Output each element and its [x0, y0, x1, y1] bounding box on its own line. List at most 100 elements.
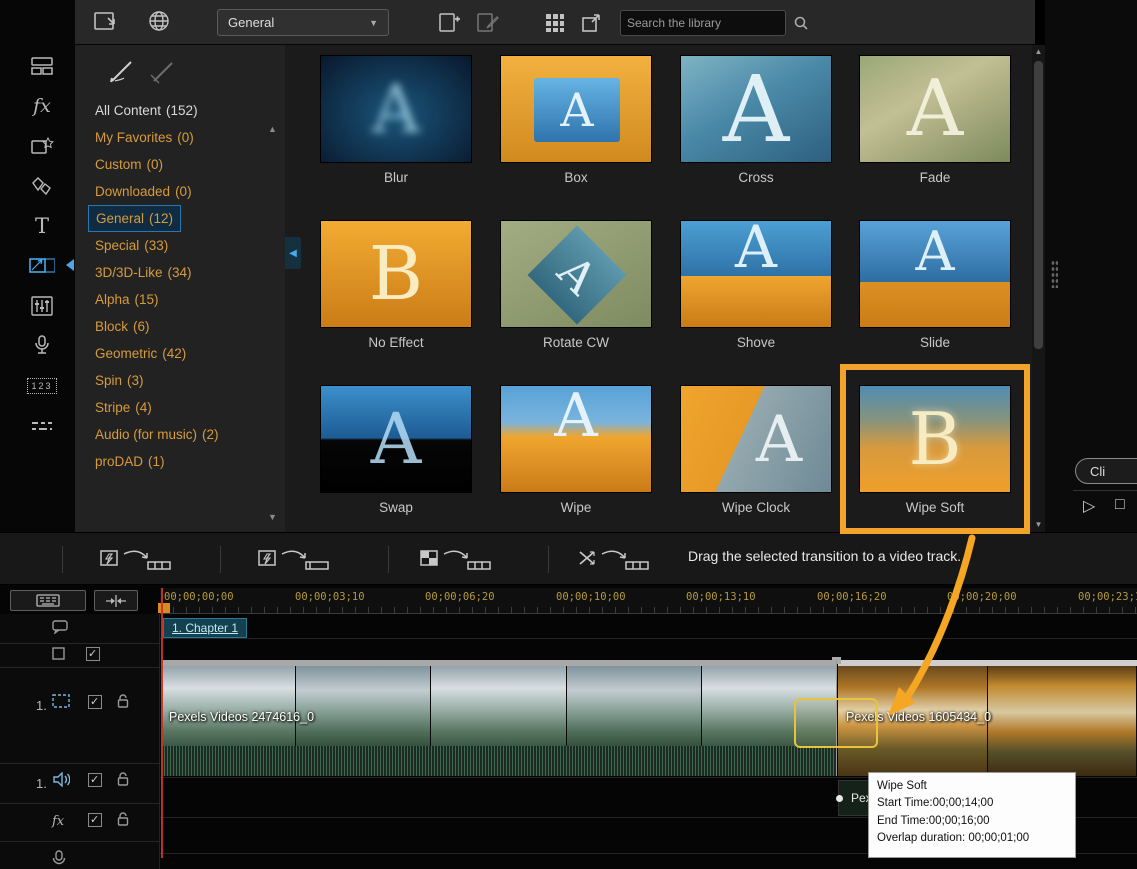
- download-content-icon[interactable]: [93, 10, 119, 34]
- audio-mixing-room-icon[interactable]: [20, 290, 64, 322]
- apply-random-transition-button[interactable]: [578, 546, 650, 574]
- audio-clip-keyframe-dot[interactable]: [836, 795, 843, 802]
- subtitle-room-icon[interactable]: [20, 410, 64, 442]
- transition-thumbnail[interactable]: A: [500, 55, 652, 163]
- apply-cross-transition-button[interactable]: [420, 546, 492, 574]
- audio-track-lock-icon[interactable]: [116, 771, 130, 787]
- transition-item-blur[interactable]: A Blur: [320, 55, 472, 185]
- tag-pen-icon[interactable]: [107, 57, 135, 85]
- transition-item-box[interactable]: A Box: [500, 55, 652, 185]
- fx-track-enable-checkbox[interactable]: [88, 813, 102, 827]
- edit-item-icon[interactable]: [475, 11, 499, 33]
- timeline-ruler[interactable]: 00;00;00;00 00;00;03;10 00;00;06;20 00;0…: [160, 588, 1137, 614]
- scroll-down-icon[interactable]: ▼: [1032, 518, 1045, 532]
- detach-panel-icon[interactable]: [581, 13, 601, 33]
- category-spin[interactable]: Spin(3): [88, 367, 151, 394]
- transition-thumbnail[interactable]: A: [500, 385, 652, 493]
- transition-item-shove[interactable]: A Shove: [680, 220, 832, 350]
- playhead-grip[interactable]: [158, 603, 170, 613]
- transition-name: Slide: [859, 335, 1011, 350]
- video-track-lock-icon[interactable]: [116, 693, 130, 709]
- audio-track-icon[interactable]: [52, 772, 70, 787]
- erase-pen-icon[interactable]: [147, 57, 175, 85]
- video-clip-1[interactable]: Pexels Videos 2474616_0: [161, 660, 837, 776]
- scroll-up-icon[interactable]: ▲: [1032, 45, 1045, 59]
- directorzone-globe-icon[interactable]: [147, 9, 171, 33]
- chapter-marker[interactable]: 1. Chapter 1: [163, 618, 247, 638]
- category-block[interactable]: Block(6): [88, 313, 157, 340]
- library-filter-dropdown[interactable]: General ▼: [217, 9, 389, 36]
- range-track-checkbox[interactable]: [86, 647, 100, 661]
- transition-thumbnail[interactable]: A: [680, 220, 832, 328]
- transition-item-rotate-cw[interactable]: A Rotate CW: [500, 220, 652, 350]
- category-downloaded[interactable]: Downloaded(0): [88, 178, 199, 205]
- search-icon[interactable]: [788, 16, 814, 30]
- audio-track-enable-checkbox[interactable]: [88, 773, 102, 787]
- category-prodad[interactable]: proDAD(1): [88, 448, 172, 475]
- scroll-up-icon[interactable]: ▲: [268, 124, 277, 134]
- category-alpha[interactable]: Alpha(15): [88, 286, 166, 313]
- video-track-icon[interactable]: [52, 694, 70, 708]
- grid-scrollbar[interactable]: ▲ ▼: [1032, 45, 1045, 532]
- apply-prefix-transition-button[interactable]: [258, 546, 330, 574]
- category-my-favorites[interactable]: My Favorites(0): [88, 124, 201, 151]
- category-audio-for-music[interactable]: Audio (for music)(2): [88, 421, 226, 448]
- playhead-line[interactable]: [161, 588, 163, 858]
- scroll-down-icon[interactable]: ▼: [268, 512, 277, 522]
- clip-mode-button[interactable]: Cli: [1075, 458, 1137, 484]
- new-folder-icon[interactable]: [437, 11, 461, 33]
- apply-fading-transition-button[interactable]: [100, 546, 172, 574]
- category-stripe[interactable]: Stripe(4): [88, 394, 159, 421]
- effect-room-icon[interactable]: fx: [20, 90, 64, 122]
- category-geometric[interactable]: Geometric(42): [88, 340, 193, 367]
- transition-room-icon[interactable]: [20, 250, 64, 282]
- category-custom[interactable]: Custom(0): [88, 151, 170, 178]
- fx-track-lock-icon[interactable]: [116, 811, 130, 827]
- transition-item-wipe[interactable]: A Wipe: [500, 385, 652, 515]
- transition-item-fade[interactable]: A Fade: [859, 55, 1011, 185]
- transition-thumbnail[interactable]: A: [680, 55, 832, 163]
- transition-name: Box: [500, 170, 652, 185]
- collapse-panel-icon[interactable]: ◀: [285, 237, 301, 269]
- range-track-icon[interactable]: [52, 647, 65, 660]
- voice-track-icon[interactable]: [52, 850, 66, 868]
- category-3d-like[interactable]: 3D/3D-Like(34): [88, 259, 199, 286]
- transition-thumbnail[interactable]: A: [680, 385, 832, 493]
- transition-thumbnail[interactable]: B: [859, 385, 1011, 493]
- video-track-enable-checkbox[interactable]: [88, 695, 102, 709]
- panel-resize-handle[interactable]: [1051, 260, 1058, 288]
- dropdown-value: General: [228, 15, 274, 30]
- transition-item-slide[interactable]: A Slide: [859, 220, 1011, 350]
- scrollbar-thumb[interactable]: [1034, 61, 1043, 349]
- snap-align-button[interactable]: [94, 590, 138, 611]
- chapter-room-icon[interactable]: 123: [20, 370, 64, 402]
- transition-thumbnail[interactable]: A: [320, 385, 472, 493]
- search-input[interactable]: [621, 16, 788, 30]
- transition-thumbnail[interactable]: A: [500, 220, 652, 328]
- video-clip-2[interactable]: Pexels Videos 1605434_0: [838, 660, 1137, 776]
- transition-item-no-effect[interactable]: B No Effect: [320, 220, 472, 350]
- play-button[interactable]: ▷: [1083, 496, 1095, 516]
- stop-button[interactable]: □: [1115, 496, 1125, 514]
- track-manager-button[interactable]: [10, 590, 86, 611]
- category-special[interactable]: Special(33): [88, 232, 175, 259]
- category-general[interactable]: General(12): [88, 205, 181, 232]
- pip-objects-room-icon[interactable]: [20, 130, 64, 162]
- transition-item-wipe-soft[interactable]: B Wipe Soft: [859, 385, 1011, 515]
- category-all-content[interactable]: All Content(152): [88, 97, 205, 124]
- transition-drop-zone[interactable]: [794, 698, 878, 748]
- transition-item-cross[interactable]: A Cross: [680, 55, 832, 185]
- transition-item-swap[interactable]: A Swap: [320, 385, 472, 515]
- tooltip-start-time: Start Time:00;00;14;00: [877, 795, 1067, 812]
- marker-track-icon[interactable]: [52, 620, 68, 634]
- voiceover-room-icon[interactable]: [20, 330, 64, 362]
- media-room-icon[interactable]: [20, 50, 64, 82]
- transition-thumbnail[interactable]: A: [859, 220, 1011, 328]
- particle-room-icon[interactable]: [20, 170, 64, 202]
- transition-thumbnail[interactable]: A: [859, 55, 1011, 163]
- transition-thumbnail[interactable]: A: [320, 55, 472, 163]
- transition-thumbnail[interactable]: B: [320, 220, 472, 328]
- transition-item-wipe-clock[interactable]: A Wipe Clock: [680, 385, 832, 515]
- grid-view-icon[interactable]: [545, 13, 565, 33]
- title-room-icon[interactable]: T: [20, 210, 64, 242]
